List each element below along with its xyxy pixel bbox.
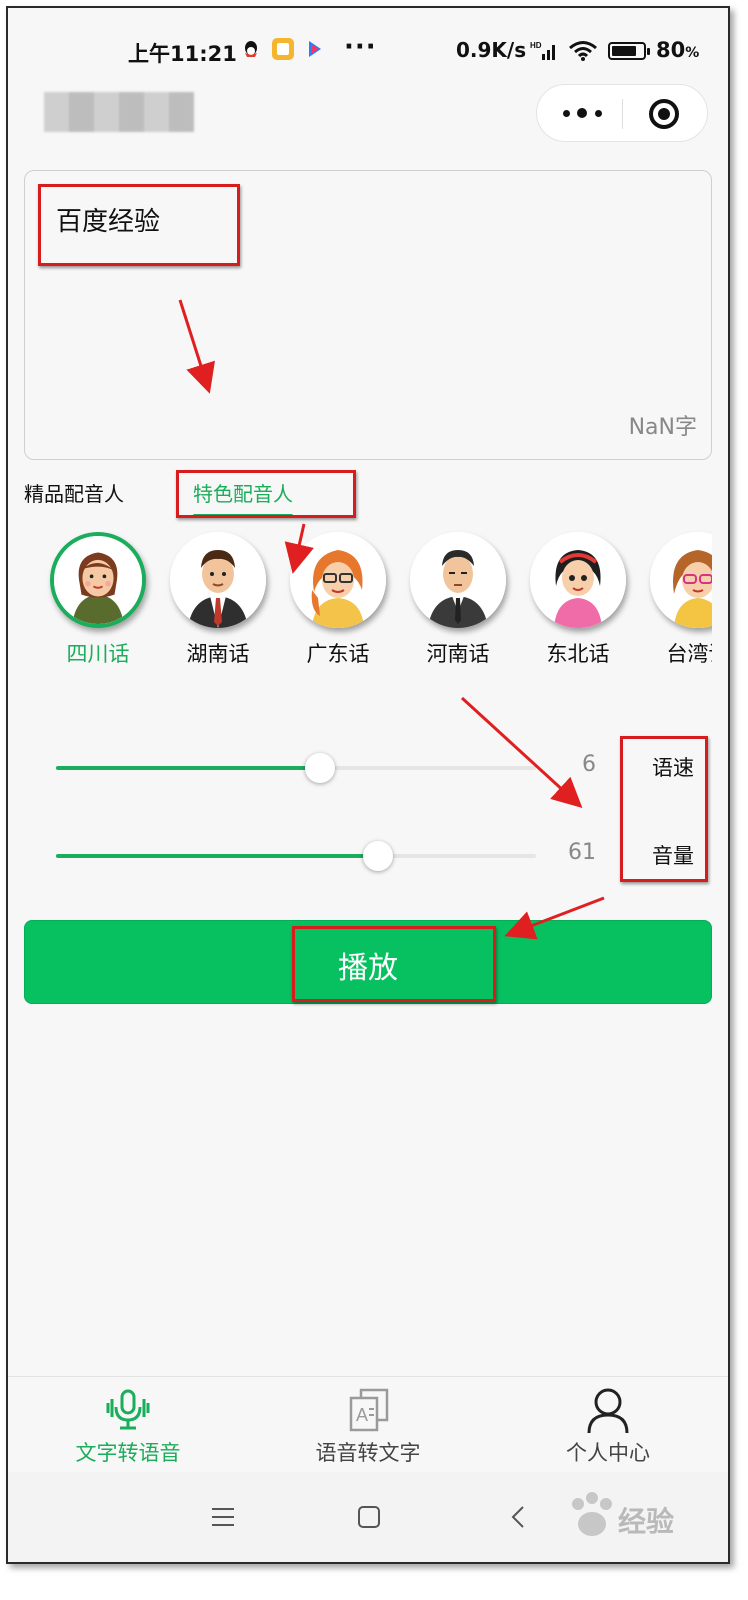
voice-label: 湖南话: [186, 642, 250, 666]
document-text-icon: A: [349, 1388, 389, 1432]
speed-slider-thumb[interactable]: [305, 753, 335, 783]
speed-slider-row: 6 语速: [56, 744, 716, 794]
battery-percent: 80%: [656, 38, 700, 62]
signal-icon: HD: [530, 40, 558, 67]
menu-icon[interactable]: [208, 1502, 238, 1532]
phone-screen: 上午11:21 ··· 0.9K/s HD 80% 百度经验 NaN字 精品配音…: [6, 6, 730, 1564]
capsule-divider: [622, 99, 623, 129]
hunan-avatar-icon: [170, 532, 266, 628]
volume-value: 61: [568, 840, 596, 865]
bottom-tab-bar: 文字转语音 A 语音转文字 个人中心: [8, 1376, 728, 1472]
voice-guangdong[interactable]: 广东话: [278, 528, 398, 678]
voice-hunan[interactable]: 湖南话: [158, 528, 278, 678]
annotation-box-text-input: [38, 184, 240, 266]
tab-profile[interactable]: 个人中心: [488, 1377, 728, 1473]
sichuan-avatar-icon: [50, 532, 146, 628]
status-time: 上午11:21: [128, 42, 237, 66]
voice-taiwan[interactable]: 台湾话: [638, 528, 712, 678]
svg-text:A: A: [356, 1405, 368, 1425]
voice-henan[interactable]: 河南话: [398, 528, 518, 678]
voice-list: 四川话 湖南话 广东话 河南话 东北话 台湾: [8, 528, 712, 688]
guangdong-avatar-icon: [290, 532, 386, 628]
qq-icon: [240, 38, 262, 60]
svg-text:HD: HD: [530, 41, 542, 50]
mini-program-capsule: [536, 84, 708, 142]
tab-label: 文字转语音: [75, 1441, 181, 1465]
voice-label: 东北话: [546, 642, 610, 666]
volume-slider[interactable]: [56, 841, 536, 871]
blurred-page-title: [44, 92, 194, 132]
tab-text-to-speech[interactable]: 文字转语音: [8, 1377, 248, 1473]
annotation-box-play: [292, 926, 496, 1002]
speed-slider[interactable]: [56, 753, 536, 783]
gallery-app-icon: [272, 38, 294, 60]
voice-label: 四川话: [66, 642, 130, 666]
tab-label: 语音转文字: [315, 1441, 421, 1465]
home-icon[interactable]: [354, 1502, 384, 1532]
voice-label: 河南话: [426, 642, 490, 666]
microphone-icon: [106, 1389, 150, 1430]
tab-label: 精品配音人: [24, 482, 124, 506]
tab-speech-to-text[interactable]: A 语音转文字: [248, 1377, 488, 1473]
tab-premium-voices[interactable]: 精品配音人: [24, 478, 124, 507]
volume-slider-thumb[interactable]: [362, 841, 393, 871]
watermark: 经验: [564, 1486, 728, 1546]
wifi-icon: [568, 40, 598, 67]
volume-slider-progress: [56, 854, 378, 858]
voice-label: 台湾话: [666, 642, 713, 666]
more-notifications-icon: ···: [344, 32, 377, 62]
voice-sichuan[interactable]: 四川话: [38, 528, 158, 678]
back-icon[interactable]: [504, 1502, 534, 1532]
volume-slider-row: 61 音量: [56, 832, 716, 882]
speed-value: 6: [582, 752, 596, 777]
battery-icon: [608, 42, 650, 60]
status-bar: 上午11:21 ··· 0.9K/s HD 80%: [8, 8, 728, 88]
henan-avatar-icon: [410, 532, 506, 628]
annotation-box-slider-labels: [620, 736, 708, 882]
tab-label: 个人中心: [566, 1441, 650, 1465]
char-count: NaN字: [628, 415, 697, 440]
watermark-text: 经验: [618, 1505, 675, 1538]
more-menu-button[interactable]: [559, 99, 609, 127]
paw-logo-icon: [572, 1492, 612, 1536]
network-speed: 0.9K/s: [456, 38, 527, 62]
voice-dongbei[interactable]: 东北话: [518, 528, 638, 678]
dongbei-avatar-icon: [530, 532, 626, 628]
person-icon: [587, 1388, 629, 1433]
voice-label: 广东话: [306, 642, 370, 666]
speed-slider-progress: [56, 766, 320, 770]
taiwan-avatar-icon: [650, 532, 712, 628]
annotation-box-featured-tab: [176, 470, 356, 518]
close-miniprogram-button[interactable]: [649, 99, 679, 129]
youku-icon: [304, 38, 326, 60]
